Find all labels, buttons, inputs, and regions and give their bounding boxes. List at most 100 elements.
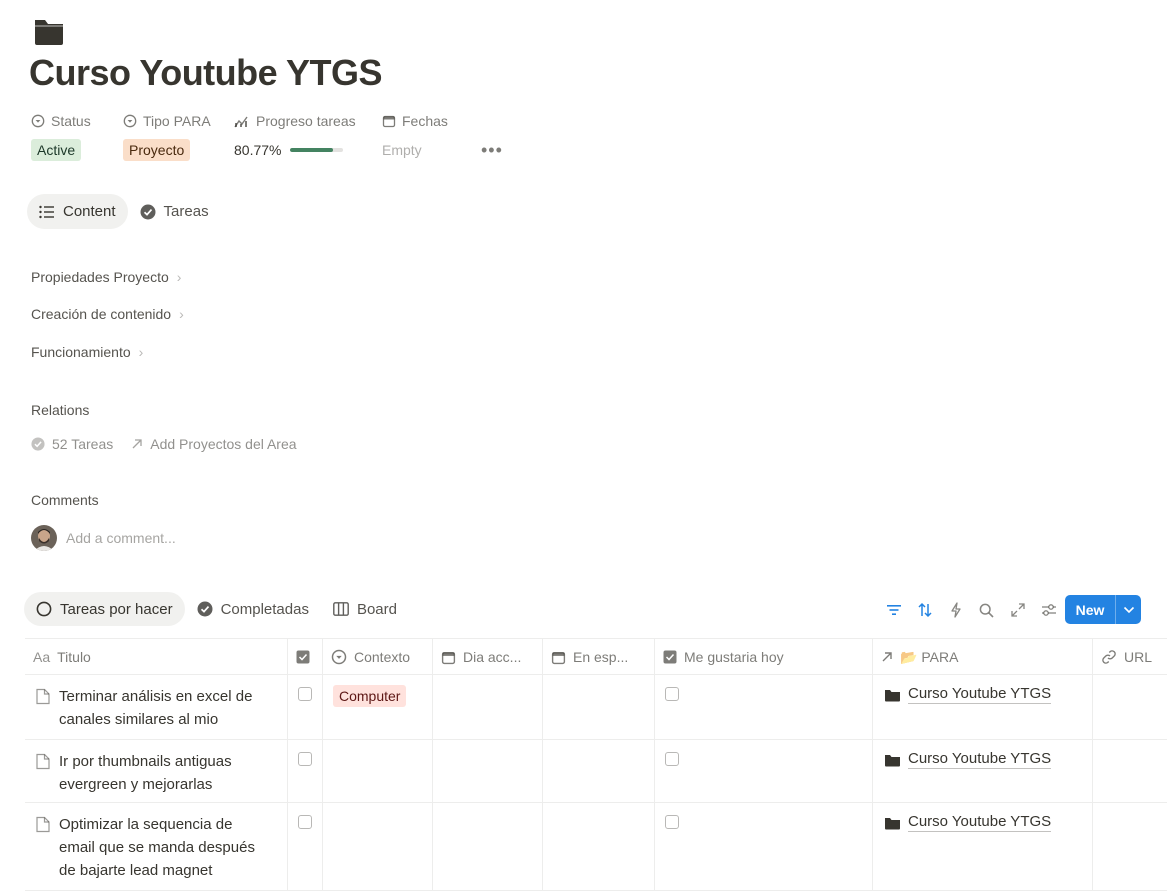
- new-button-label[interactable]: New: [1065, 602, 1115, 618]
- column-header-me-gustaria-hoy[interactable]: Me gustaria hoy: [655, 639, 873, 675]
- view-tareas-por-hacer[interactable]: Tareas por hacer: [24, 592, 185, 626]
- en-espera-cell[interactable]: [543, 740, 655, 802]
- column-header-en-espera[interactable]: En esp...: [543, 639, 655, 675]
- prop-label: Fechas: [402, 113, 448, 129]
- relations-row: 52 Tareas Add Proyectos del Area: [31, 434, 297, 454]
- contexto-cell[interactable]: Computer: [323, 675, 433, 739]
- document-icon: [36, 753, 50, 770]
- column-header-contexto[interactable]: Contexto: [323, 639, 433, 675]
- dia-accion-cell[interactable]: [433, 675, 543, 739]
- progress-text: 80.77%: [234, 142, 282, 158]
- title-cell[interactable]: Optimizar la sequencia de email que se m…: [25, 803, 288, 890]
- progress-bar-fill: [290, 148, 334, 152]
- tipo-value[interactable]: Proyecto: [123, 139, 191, 161]
- tab-label: Content: [63, 203, 116, 220]
- more-properties-button[interactable]: •••: [481, 139, 503, 161]
- contexto-cell[interactable]: [323, 803, 433, 890]
- toggle-funcionamiento[interactable]: Funcionamiento ›: [31, 344, 143, 360]
- prop-tipo-name[interactable]: Tipo PARA: [123, 112, 211, 130]
- settings-button[interactable]: [1033, 596, 1064, 624]
- toggle-propiedades-proyecto[interactable]: Propiedades Proyecto ›: [31, 269, 181, 285]
- view-board[interactable]: Board: [321, 592, 409, 626]
- url-cell[interactable]: [1093, 740, 1167, 802]
- title-line: canales similares al mio: [59, 711, 219, 728]
- done-checkbox[interactable]: [298, 687, 312, 701]
- view-completadas[interactable]: Completadas: [185, 592, 321, 626]
- folder-icon[interactable]: [33, 16, 67, 46]
- prop-fechas-name[interactable]: Fechas: [382, 112, 448, 130]
- tab-tareas[interactable]: Tareas: [128, 194, 221, 229]
- task-title[interactable]: Ir por thumbnails antiguas evergreen y m…: [59, 750, 232, 802]
- title-line: evergreen y mejorarlas: [59, 776, 213, 793]
- view-label: Tareas por hacer: [60, 600, 173, 618]
- checkbox-icon: [296, 650, 310, 664]
- database-views: Tareas por hacer Completadas Board: [24, 592, 409, 626]
- para-link[interactable]: Curso Youtube YTGS: [884, 813, 1052, 832]
- tasks-table: Aa Titulo Contexto Dia acc... En esp... …: [25, 638, 1167, 892]
- column-header-titulo[interactable]: Aa Titulo: [25, 639, 288, 675]
- para-cell[interactable]: Curso Youtube YTGS: [873, 803, 1093, 890]
- tab-content[interactable]: Content: [27, 194, 128, 229]
- me-gustaria-cell: [655, 740, 873, 802]
- column-header-dia-accion[interactable]: Dia acc...: [433, 639, 543, 675]
- table-row[interactable]: Ir por thumbnails antiguas evergreen y m…: [25, 740, 1167, 803]
- title-cell[interactable]: Terminar análisis en excel de canales si…: [25, 675, 288, 739]
- me-gustaria-checkbox[interactable]: [665, 815, 679, 829]
- column-header-done[interactable]: [288, 639, 323, 675]
- para-cell[interactable]: Curso Youtube YTGS: [873, 740, 1093, 802]
- select-icon: [123, 114, 137, 128]
- en-espera-cell[interactable]: [543, 675, 655, 739]
- sort-button[interactable]: [909, 596, 940, 624]
- done-checkbox[interactable]: [298, 752, 312, 766]
- en-espera-cell[interactable]: [543, 803, 655, 890]
- contexto-cell[interactable]: [323, 740, 433, 802]
- column-header-url[interactable]: URL: [1093, 639, 1167, 675]
- column-label: Dia acc...: [463, 649, 522, 665]
- relation-tareas[interactable]: 52 Tareas: [31, 436, 113, 452]
- status-value[interactable]: Active: [31, 139, 82, 161]
- task-title[interactable]: Terminar análisis en excel de canales si…: [59, 685, 252, 739]
- para-label: Curso Youtube YTGS: [908, 813, 1052, 832]
- calendar-icon: [441, 651, 456, 664]
- check-circle-icon: [31, 437, 45, 451]
- column-header-para[interactable]: 📂 PARA: [873, 639, 1093, 675]
- url-cell[interactable]: [1093, 803, 1167, 890]
- fechas-value[interactable]: Empty: [382, 139, 422, 161]
- me-gustaria-checkbox[interactable]: [665, 687, 679, 701]
- para-link[interactable]: Curso Youtube YTGS: [884, 750, 1052, 769]
- expand-button[interactable]: [1002, 596, 1033, 624]
- relation-add-proyectos[interactable]: Add Proyectos del Area: [131, 436, 297, 452]
- table-row[interactable]: Terminar análisis en excel de canales si…: [25, 675, 1167, 740]
- me-gustaria-checkbox[interactable]: [665, 752, 679, 766]
- url-cell[interactable]: [1093, 675, 1167, 739]
- dia-accion-cell[interactable]: [433, 803, 543, 890]
- arrow-up-right-icon: [132, 439, 142, 449]
- chevron-down-icon[interactable]: [1116, 606, 1141, 614]
- select-icon: [31, 114, 45, 128]
- new-button[interactable]: New: [1065, 595, 1141, 624]
- title-cell[interactable]: Ir por thumbnails antiguas evergreen y m…: [25, 740, 288, 802]
- task-title[interactable]: Optimizar la sequencia de email que se m…: [59, 813, 255, 890]
- page-title[interactable]: Curso Youtube YTGS: [29, 52, 383, 94]
- search-button[interactable]: [971, 596, 1002, 624]
- para-link[interactable]: Curso Youtube YTGS: [884, 685, 1052, 704]
- view-label: Board: [356, 600, 397, 618]
- board-icon: [333, 602, 349, 616]
- table-header: Aa Titulo Contexto Dia acc... En esp... …: [25, 638, 1167, 675]
- relations-heading: Relations: [31, 402, 90, 418]
- comment-input[interactable]: Add a comment...: [66, 530, 176, 546]
- check-circle-icon: [197, 601, 213, 617]
- automation-button[interactable]: [940, 596, 971, 624]
- para-label: Curso Youtube YTGS: [908, 750, 1052, 769]
- table-row[interactable]: Optimizar la sequencia de email que se m…: [25, 803, 1167, 891]
- me-gustaria-cell: [655, 675, 873, 739]
- toggle-creacion-contenido[interactable]: Creación de contenido ›: [31, 306, 184, 322]
- chevron-right-icon: ›: [179, 306, 184, 322]
- done-checkbox[interactable]: [298, 815, 312, 829]
- progreso-value[interactable]: 80.77%: [234, 139, 344, 161]
- filter-button[interactable]: [878, 596, 909, 624]
- para-cell[interactable]: Curso Youtube YTGS: [873, 675, 1093, 739]
- dia-accion-cell[interactable]: [433, 740, 543, 802]
- prop-progreso-name[interactable]: Progreso tareas: [234, 112, 356, 130]
- prop-status-name[interactable]: Status: [31, 112, 91, 130]
